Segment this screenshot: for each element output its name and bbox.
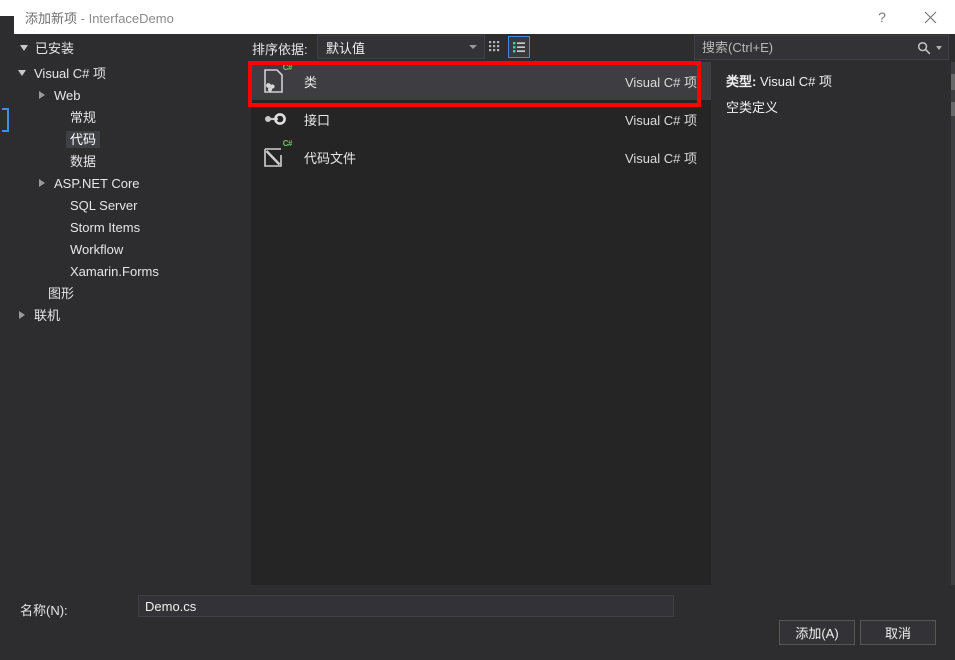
csharp-badge: C# <box>283 139 292 148</box>
grid-view-icon <box>488 40 502 54</box>
sort-by-select[interactable]: 默认值 <box>317 35 485 59</box>
help-icon-glyph: ? <box>878 9 886 25</box>
add-new-item-dialog: 添加新项 - InterfaceDemo ? 已安装 排序依据: <box>0 0 955 660</box>
tree-item-0[interactable]: Visual C# 项 <box>14 62 250 84</box>
template-item-kind: Visual C# 项 <box>625 110 697 129</box>
template-item-row[interactable]: C#类 Visual C# 项 <box>251 62 711 100</box>
search-icon <box>917 41 931 55</box>
category-tree: Visual C# 项 Web 常规代码数据 ASP.NET Core SQL Serv… <box>14 62 250 585</box>
chevron-right-icon[interactable] <box>34 91 50 99</box>
search-dropdown-icon[interactable] <box>936 46 942 50</box>
tree-item-label: Storm Items <box>66 219 144 236</box>
tree-item-label: 联机 <box>30 307 64 324</box>
template-item-row[interactable]: C#代码文件 Visual C# 项 <box>251 138 711 176</box>
tree-item-11[interactable]: 联机 <box>14 304 250 326</box>
dialog-footer: 添加(A) 取消 <box>14 606 955 660</box>
template-item-name: 接口 <box>291 110 330 129</box>
detail-type-label: 类型: <box>726 74 756 89</box>
tree-item-2[interactable]: 常规 <box>14 106 250 128</box>
dialog-title: 添加新项 <box>25 11 77 26</box>
tree-item-label: 图形 <box>44 285 78 302</box>
code-file-csharp-icon: C# <box>259 141 291 173</box>
template-list: C#类Visual C# 项接口Visual C# 项C#代码文件Visual … <box>251 62 711 585</box>
close-icon-glyph <box>924 11 937 24</box>
tree-item-5[interactable]: ASP.NET Core <box>14 172 250 194</box>
template-item-name: 类 <box>291 72 317 91</box>
interface-icon-glyph <box>260 104 290 134</box>
details-scrollbar-track[interactable] <box>951 62 955 585</box>
tree-item-label: Visual C# 项 <box>30 65 110 82</box>
chevron-down-icon <box>20 45 28 51</box>
details-panel: 类型: Visual C# 项 空类定义 <box>712 62 943 585</box>
detail-type-value: Visual C# 项 <box>760 74 832 89</box>
tree-item-10[interactable]: 图形 <box>14 282 250 304</box>
help-icon[interactable]: ? <box>859 0 905 34</box>
interface-icon <box>259 103 291 135</box>
chevron-down-icon[interactable] <box>14 70 30 76</box>
tree-item-label: Workflow <box>66 241 127 258</box>
list-view-button[interactable] <box>508 36 530 58</box>
title-bar-actions: ? <box>859 0 955 34</box>
tree-item-8[interactable]: Workflow <box>14 238 250 260</box>
tree-item-3[interactable]: 代码 <box>14 128 250 150</box>
tree-item-label: SQL Server <box>66 197 141 214</box>
chevron-down-icon <box>469 45 477 49</box>
search-input[interactable] <box>695 40 917 55</box>
details-scrollbar-thumb-secondary[interactable] <box>951 102 955 116</box>
tree-item-4[interactable]: 数据 <box>14 150 250 172</box>
sort-by-value: 默认值 <box>318 38 365 57</box>
list-view-icon <box>512 40 526 54</box>
details-scrollbar-thumb[interactable] <box>951 74 955 90</box>
background-left-strip <box>0 0 14 660</box>
dialog-toolbar: 已安装 排序依据: 默认值 <box>14 34 955 62</box>
installed-label: 已安装 <box>35 38 74 57</box>
chevron-right-icon[interactable] <box>34 179 50 187</box>
tree-item-9[interactable]: Xamarin.Forms <box>14 260 250 282</box>
tree-item-1[interactable]: Web <box>14 84 250 106</box>
cancel-button[interactable]: 取消 <box>860 620 936 645</box>
installed-tree-header[interactable]: 已安装 <box>20 38 74 57</box>
grid-view-button[interactable] <box>484 36 506 58</box>
detail-description: 空类定义 <box>726 95 943 121</box>
editor-bracket-marker <box>2 108 9 132</box>
tree-item-label: ASP.NET Core <box>50 175 144 192</box>
title-separator: - <box>77 11 89 26</box>
template-item-kind: Visual C# 项 <box>625 148 697 167</box>
title-bar: 添加新项 - InterfaceDemo ? <box>14 0 955 34</box>
tree-item-6[interactable]: SQL Server <box>14 194 250 216</box>
title-bar-text: 添加新项 - InterfaceDemo <box>14 8 174 27</box>
tree-item-label: 数据 <box>66 153 100 170</box>
background-left-strip-top <box>0 0 14 16</box>
csharp-badge: C# <box>283 63 292 72</box>
search-box[interactable] <box>694 35 949 60</box>
add-button[interactable]: 添加(A) <box>779 620 855 645</box>
tree-item-7[interactable]: Storm Items <box>14 216 250 238</box>
tree-item-label: 代码 <box>66 131 100 148</box>
template-item-kind: Visual C# 项 <box>625 72 697 91</box>
close-icon[interactable] <box>905 0 955 34</box>
tree-item-label: Xamarin.Forms <box>66 263 163 280</box>
template-item-row[interactable]: 接口 Visual C# 项 <box>251 100 711 138</box>
project-name: InterfaceDemo <box>89 11 174 26</box>
tree-item-label: Web <box>50 87 85 104</box>
template-item-name: 代码文件 <box>291 148 356 167</box>
tree-item-label: 常规 <box>66 109 100 126</box>
sort-by-label: 排序依据: <box>252 39 308 58</box>
dialog-body: 已安装 排序依据: 默认值 <box>14 34 955 660</box>
class-csharp-icon: C# <box>259 65 291 97</box>
chevron-right-icon[interactable] <box>14 311 30 319</box>
detail-type-line: 类型: Visual C# 项 <box>726 69 943 95</box>
